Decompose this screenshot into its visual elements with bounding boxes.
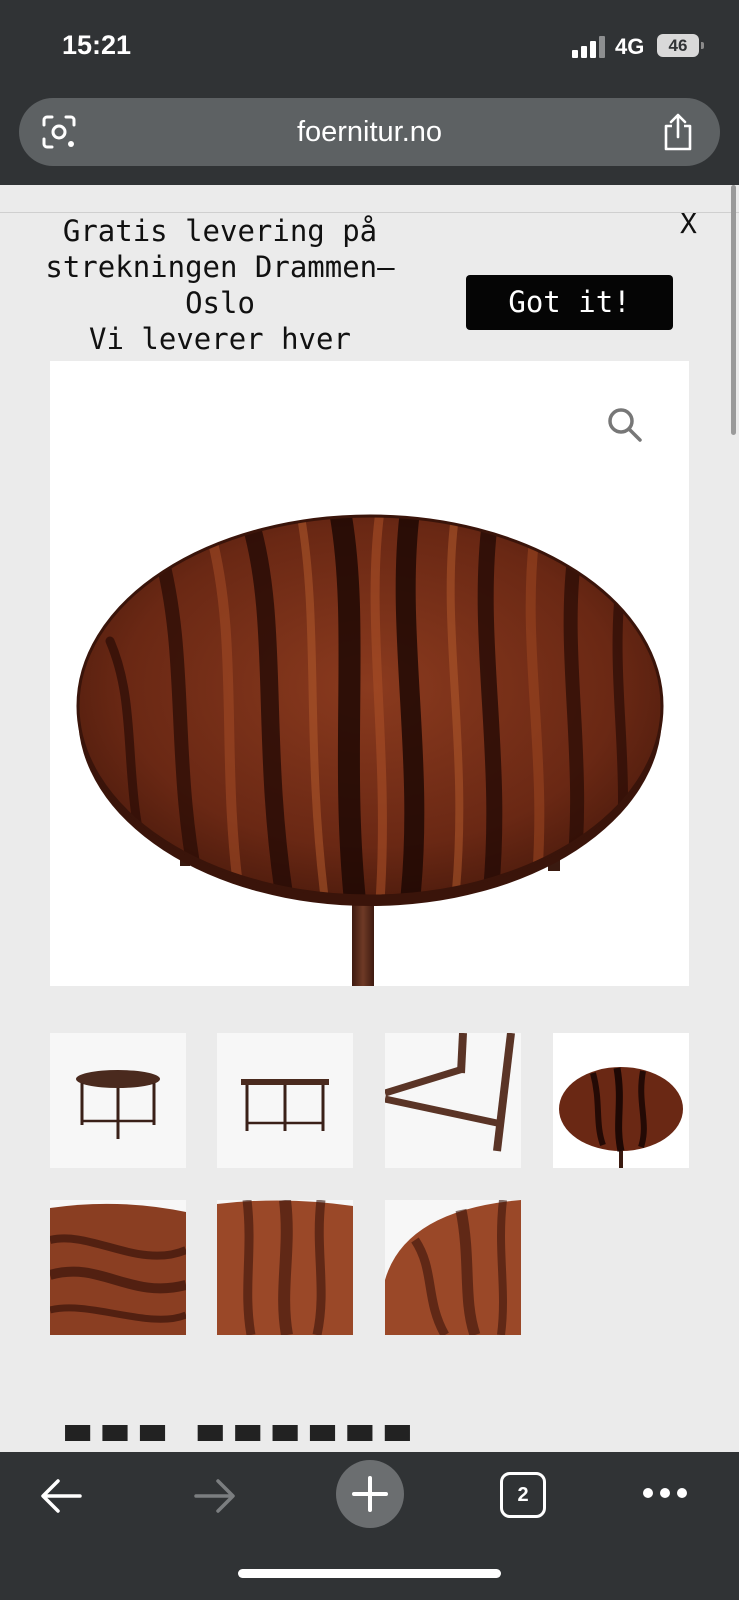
more-icon[interactable]: [642, 1486, 688, 1500]
back-arrow-icon[interactable]: [38, 1476, 84, 1516]
url-text[interactable]: foernitur.no: [19, 116, 720, 149]
plus-icon: [352, 1476, 388, 1512]
network-type: 4G: [615, 34, 645, 59]
thumbnail-5[interactable]: [50, 1200, 186, 1335]
scrollbar[interactable]: [731, 185, 736, 435]
table-side-view-image: [76, 1070, 160, 1139]
status-bar: 15:21 4G 46: [0, 0, 739, 92]
cut-off-heading: ■■■ ■■■■■■: [62, 1425, 462, 1452]
home-indicator[interactable]: [238, 1569, 501, 1578]
main-product-image[interactable]: [50, 361, 689, 986]
thumbnail-3[interactable]: [385, 1033, 521, 1168]
table-illustration: [76, 514, 664, 986]
battery-icon: 46: [657, 34, 704, 57]
new-tab-button[interactable]: [336, 1460, 404, 1528]
address-bar[interactable]: foernitur.no: [19, 98, 720, 166]
wood-grain-image: [217, 1200, 353, 1335]
got-it-button[interactable]: Got it!: [466, 275, 673, 330]
table-top-view-image: [559, 1067, 683, 1168]
thumbnail-4[interactable]: [553, 1033, 689, 1168]
share-icon[interactable]: [660, 112, 696, 152]
browser-bottom-bar: 2: [0, 1452, 739, 1600]
thumbnail-1[interactable]: [50, 1033, 186, 1168]
banner-title: Gratis levering på strekningen Drammen—O…: [45, 214, 395, 320]
cell-signal-icon: [572, 36, 606, 58]
table-leg-detail-image: [385, 1033, 515, 1152]
thumbnail-7[interactable]: [385, 1200, 521, 1335]
close-banner-button[interactable]: X: [680, 207, 697, 240]
table-front-view-image: [241, 1079, 329, 1131]
thumbnail-2[interactable]: [217, 1033, 353, 1168]
clock: 15:21: [62, 30, 132, 60]
thumbnail-6[interactable]: [217, 1200, 353, 1335]
forward-arrow-icon[interactable]: [192, 1476, 238, 1516]
zoom-icon[interactable]: [605, 405, 645, 445]
wood-grain-image: [385, 1200, 521, 1335]
tabs-button[interactable]: 2: [500, 1472, 546, 1518]
wood-grain-image: [50, 1203, 186, 1335]
browser-toolbar: foernitur.no: [0, 92, 739, 185]
web-page: Gratis levering på strekningen Drammen—O…: [0, 185, 739, 1452]
